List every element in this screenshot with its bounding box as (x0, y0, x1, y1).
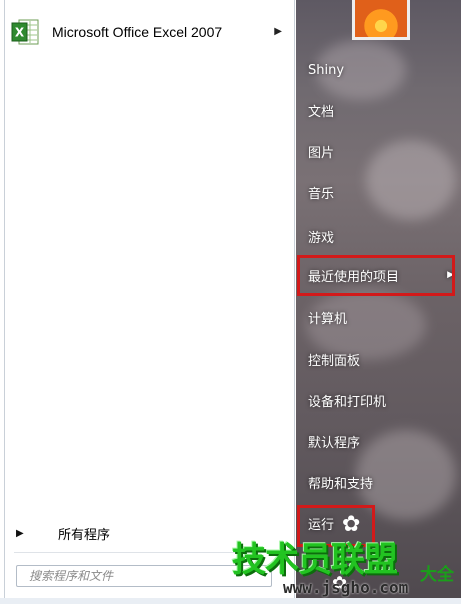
menu-item-documents[interactable]: 文档 (308, 93, 456, 127)
triangle-right-icon: ▶ (16, 527, 24, 539)
menu-item-music[interactable]: 音乐 (308, 175, 456, 209)
chevron-right-icon[interactable]: ▶ (274, 26, 282, 37)
menu-item-control-panel[interactable]: 控制面板 (308, 342, 456, 376)
all-programs-label: 所有程序 (58, 527, 111, 543)
user-picture[interactable] (352, 0, 410, 40)
menu-item-label: 图片 (308, 145, 335, 161)
menu-item-devices-printers[interactable]: 设备和打印机 (308, 383, 456, 417)
menu-item-label: Shiny (308, 62, 345, 78)
menu-item-games[interactable]: 游戏 (308, 219, 456, 253)
menu-item-computer[interactable]: 计算机 (308, 300, 456, 334)
menu-item-pictures[interactable]: 图片 (308, 134, 456, 168)
menu-item-label: 音乐 (308, 186, 335, 202)
menu-item-label: 默认程序 (308, 435, 361, 451)
menu-item-help-support[interactable]: 帮助和支持 (308, 465, 456, 499)
bottom-strip (0, 598, 461, 604)
menu-item-label: 帮助和支持 (308, 476, 374, 492)
pinned-program-excel[interactable]: X Microsoft Office Excel 2007 ▶ (8, 12, 290, 52)
programs-pane-border (4, 0, 295, 604)
svg-text:X: X (15, 26, 25, 40)
menu-item-label: 控制面板 (308, 353, 361, 369)
watermark-logo: 技术员联盟 (232, 540, 398, 580)
menu-item-user[interactable]: Shiny (308, 53, 456, 87)
menu-item-label: 计算机 (308, 311, 348, 327)
menu-item-label: 设备和打印机 (308, 394, 387, 410)
menu-item-default-programs[interactable]: 默认程序 (308, 424, 456, 458)
watermark-url: www.jsgho.com (283, 578, 409, 597)
excel-icon: X (10, 17, 40, 47)
pinned-program-label: Microsoft Office Excel 2007 (52, 24, 223, 40)
menu-item-label: 文档 (308, 104, 335, 120)
watermark-tail: 大全 (420, 565, 454, 585)
highlight-box-recent (297, 255, 455, 296)
menu-item-label: 游戏 (308, 230, 335, 246)
